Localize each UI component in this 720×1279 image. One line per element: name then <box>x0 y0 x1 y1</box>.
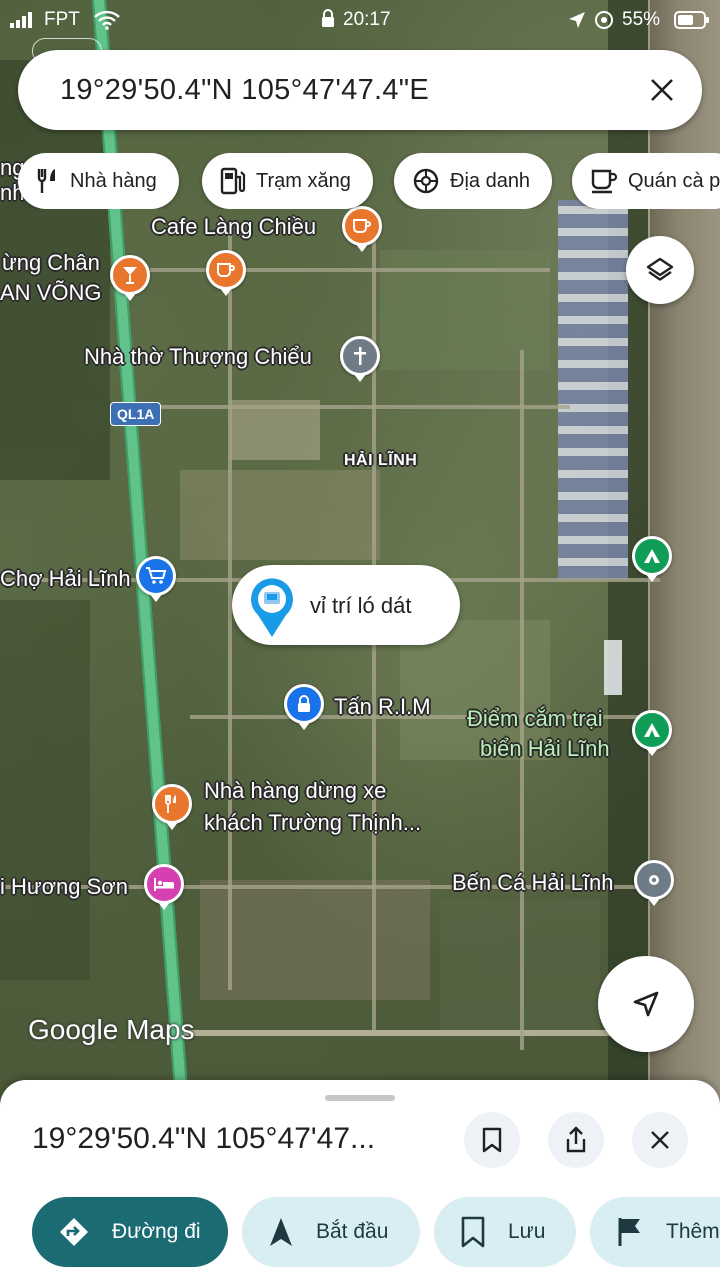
location-arrow-icon <box>569 12 585 28</box>
map-label-church[interactable]: Nhà thờ Thượng Chiểu <box>84 344 312 370</box>
map-label-campsite[interactable]: biển Hải Lĩnh <box>480 736 610 762</box>
map-label-restaurant[interactable]: Nhà hàng dừng xe <box>204 778 386 804</box>
bar-poi-icon[interactable] <box>110 255 150 295</box>
campsite-poi-icon[interactable] <box>632 536 672 576</box>
close-sheet-button[interactable] <box>632 1112 688 1168</box>
action-label: Đường đi <box>112 1220 201 1243</box>
map-label-cafe[interactable]: Cafe Làng Chiều <box>151 214 316 240</box>
forest-area <box>0 600 90 980</box>
field-patch <box>200 880 430 1000</box>
map-label-campsite[interactable]: Điểm cắm trại <box>467 706 603 732</box>
navigation-arrow-icon <box>270 1218 292 1246</box>
place-poi-icon[interactable] <box>634 860 674 900</box>
carrier-name: FPT <box>44 9 80 30</box>
battery-icon <box>674 11 709 29</box>
category-chips: Nhà hàng Trạm xăng Địa danh Quán cà p <box>18 153 720 209</box>
restaurant-icon <box>37 169 55 193</box>
search-input[interactable]: 19°29'50.4"N 105°47'47.4"E <box>60 74 622 107</box>
place-bottom-sheet[interactable]: 19°29'50.4"N 105°47'47... Đường đi Bắt đ… <box>0 1080 720 1279</box>
action-label: Bắt đầu <box>316 1220 389 1243</box>
building <box>604 640 622 695</box>
campsite-poi-icon[interactable] <box>632 710 672 750</box>
chip-label: Địa danh <box>450 169 531 192</box>
map-label-store[interactable]: Tấn R.I.M <box>334 694 431 720</box>
road <box>150 405 570 409</box>
restaurant-poi-icon[interactable] <box>152 784 192 824</box>
action-label: Lưu <box>508 1220 546 1243</box>
bookmark-icon <box>461 1216 485 1248</box>
chip-coffee[interactable]: Quán cà p <box>572 153 720 209</box>
action-label: Thêm <box>666 1220 720 1243</box>
map-label-hotel[interactable]: i Hương Sơn <box>0 874 128 900</box>
save-action-button[interactable]: Lưu <box>434 1197 576 1267</box>
battery-percent: 55% <box>622 9 661 30</box>
lock-icon <box>322 9 334 27</box>
chip-label: Quán cà p <box>628 169 720 192</box>
share-button[interactable] <box>548 1112 604 1168</box>
church-poi-icon[interactable] <box>340 336 380 376</box>
road <box>520 350 524 1050</box>
google-maps-logo: Google Maps <box>28 1014 195 1045</box>
directions-button[interactable]: Đường đi <box>32 1197 228 1267</box>
map-label-restaurant[interactable]: khách Trường Thịnh... <box>204 810 421 836</box>
navigation-arrow-icon <box>633 991 659 1017</box>
chip-label: Trạm xăng <box>256 169 351 192</box>
field-patch <box>180 470 380 560</box>
cafe-poi-icon[interactable] <box>206 250 246 290</box>
field-patch <box>230 400 320 460</box>
start-button[interactable]: Bắt đầu <box>242 1197 420 1267</box>
status-bar: FPT 20:17 55% AI <box>0 0 720 65</box>
cafe-poi-icon[interactable] <box>342 206 382 246</box>
wifi-icon <box>94 10 120 30</box>
close-icon <box>651 79 673 101</box>
rotation-lock-icon <box>595 11 613 29</box>
bookmark-icon <box>482 1127 502 1153</box>
hotel-poi-icon[interactable] <box>144 864 184 904</box>
clock: 20:17 <box>343 9 391 30</box>
map-label-port[interactable]: Bến Cá Hải Lĩnh <box>452 870 613 896</box>
photo-pin-icon <box>251 578 293 637</box>
route-shield: QL1A <box>110 402 162 426</box>
save-button[interactable] <box>464 1112 520 1168</box>
gas-station-icon <box>220 167 246 195</box>
layers-icon <box>646 257 674 281</box>
landmark-icon <box>413 168 439 194</box>
lock-store-poi-icon[interactable] <box>284 684 324 724</box>
clear-search-button[interactable] <box>622 50 702 130</box>
road <box>180 1030 620 1036</box>
coffee-icon <box>591 169 618 194</box>
map-label-area: HẢI LĨNH <box>344 452 418 469</box>
more-button[interactable]: Thêm <box>590 1197 720 1267</box>
flag-icon <box>618 1218 640 1246</box>
pin-label: vỉ trí ló dát <box>310 593 412 618</box>
chip-landmarks[interactable]: Địa danh <box>394 153 553 209</box>
layers-button[interactable] <box>626 236 694 304</box>
chip-restaurants[interactable]: Nhà hàng <box>18 153 179 209</box>
directions-icon <box>60 1218 88 1246</box>
chip-label: Nhà hàng <box>70 169 157 192</box>
chip-gas-stations[interactable]: Trạm xăng <box>202 153 373 209</box>
share-icon <box>566 1126 586 1153</box>
map-label-market[interactable]: Chợ Hải Lĩnh <box>0 566 131 592</box>
aquaculture-ponds <box>558 200 628 580</box>
map-label[interactable]: ừng Chân <box>2 250 100 276</box>
signal-icon <box>10 12 32 28</box>
search-bar[interactable]: 19°29'50.4"N 105°47'47.4"E <box>18 50 702 130</box>
location-callout[interactable]: vỉ trí ló dát <box>232 565 460 645</box>
map-label: AN VÕNG <box>0 280 102 305</box>
close-icon <box>651 1131 669 1149</box>
my-location-button[interactable] <box>598 956 694 1052</box>
drag-handle[interactable] <box>325 1095 395 1101</box>
place-title: 19°29'50.4"N 105°47'47... <box>32 1122 376 1155</box>
shopping-cart-poi-icon[interactable] <box>136 556 176 596</box>
